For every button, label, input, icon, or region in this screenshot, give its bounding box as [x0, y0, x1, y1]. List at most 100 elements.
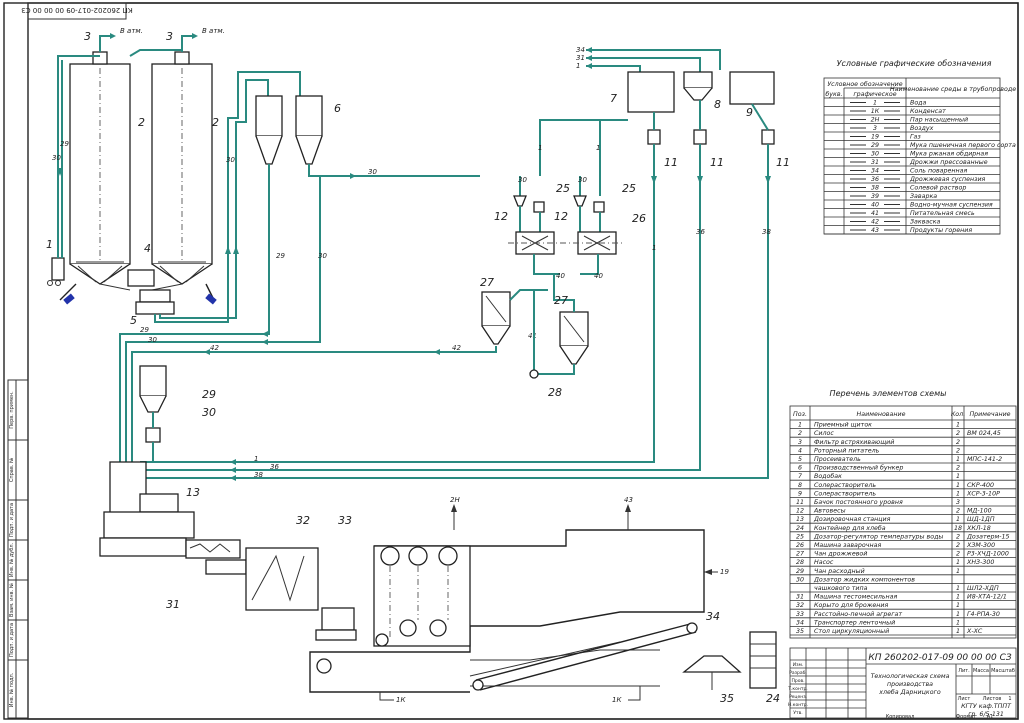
title-block-name-1: Технологическая схема: [871, 673, 950, 680]
bread-container-24: [749, 631, 777, 689]
label-35: 35: [720, 692, 734, 705]
legend-medium: Продукты горения: [910, 227, 972, 234]
label-12b: 12: [554, 210, 568, 223]
spec-qty: 1: [956, 594, 960, 601]
label-2a: 2: [138, 116, 145, 129]
title-block-name-3: хлеба Дарницкого: [878, 688, 941, 696]
spec-note: Х-ХС: [966, 628, 983, 635]
legend-symbol-code: 3: [873, 125, 877, 132]
label-13: 13: [186, 486, 200, 499]
filter-left: [92, 51, 108, 65]
salt-dissolver-8: [683, 71, 713, 101]
title-block: КП 260202-017-09 00 00 00 СЗ Технологиче…: [787, 647, 1017, 719]
arrow-left-38: [230, 475, 236, 481]
spec-name: Машина тестомесильная: [814, 594, 898, 601]
autoscale-1: [513, 195, 527, 207]
spec-name: Силос: [814, 430, 834, 437]
spec-qty: 1: [956, 482, 960, 489]
legend-symbol-code: 41: [871, 210, 879, 217]
pipe-label-19: 19: [720, 568, 729, 576]
top-code-text: КП 260202-017-09 00 00 00 СЗ: [21, 6, 133, 14]
vent-label-left: В атм.: [120, 27, 143, 35]
label-8: 8: [714, 98, 721, 111]
pipe-label-30b: 30: [226, 156, 235, 164]
spec-note: Г4-РПА-30: [967, 611, 1000, 618]
pipe-label-31: 31: [576, 54, 585, 62]
yeast-vat-2: [559, 311, 589, 365]
arrow-31: [586, 55, 592, 61]
legend-symbol-code: 34: [871, 168, 879, 175]
side-stamp-5: Взам. инв. №: [9, 582, 15, 617]
side-stamp-1: Перв. примен.: [9, 391, 15, 429]
pipe-label-1d: 1: [538, 144, 542, 152]
legend-medium: Вода: [910, 100, 927, 107]
label-11a: 11: [664, 156, 678, 169]
spec-pos: 29: [796, 568, 804, 575]
spec-pos: 2: [798, 430, 802, 437]
spec-qty: 1: [956, 602, 960, 609]
spec-pos: 4: [798, 447, 802, 454]
fill-pipe-silo-right: [129, 49, 182, 57]
title-block-org-1: КГТУ каф.ТППТ: [961, 703, 1012, 710]
spec-pos: 8: [798, 482, 802, 489]
kneading-machine-base: [99, 537, 187, 557]
spec-qty: 1: [956, 516, 960, 523]
pipe-arrow-29: [262, 331, 268, 337]
aerator-right: [205, 293, 217, 305]
spec-qty: 1: [956, 585, 960, 592]
spec-qty: 1: [956, 619, 960, 626]
arrow-down-38: [765, 176, 771, 184]
label-34: 34: [706, 610, 720, 623]
spec-name: Автовесы: [813, 508, 846, 515]
spec-pos: 24: [796, 525, 804, 532]
spec-note: Дозатерм-15: [966, 533, 1010, 540]
label-30: 30: [202, 406, 216, 419]
sieve-top: [139, 289, 171, 303]
pipe-label-30g: 30: [578, 176, 587, 184]
legend-symbol-code: 43: [871, 227, 879, 234]
title-block-sheet: Лист: [958, 696, 971, 702]
spec-note: ХКЛ-18: [966, 525, 991, 532]
label-26: 26: [632, 212, 646, 225]
title-role-3: Пров.: [791, 678, 804, 684]
pipe-label-36a: 36: [696, 228, 705, 236]
spec-pos: 25: [796, 533, 804, 540]
feed-vat-29-cone: [139, 395, 167, 413]
format-label: Формат: [956, 714, 976, 720]
water-doser-1: [533, 201, 545, 213]
label-25b: 25: [622, 182, 636, 195]
spec-table: Поз. Наименование Кол. Примечание 1 Прием…: [789, 405, 1017, 639]
spec-name: Корыто для брожения: [814, 601, 888, 609]
level-tank-2: [693, 129, 707, 145]
salt-dissolver-9: [729, 71, 775, 105]
condensate-pipes: [379, 686, 641, 701]
legend-symbol-code: 42: [871, 219, 879, 226]
spec-name: Насос: [814, 559, 834, 566]
pipe-label-30f: 30: [518, 176, 527, 184]
spec-qty: 1: [956, 422, 960, 429]
title-block-mass: Масса: [973, 668, 989, 674]
legend-medium: Мука ржаная обдирная: [910, 150, 988, 158]
pump: [529, 369, 539, 379]
label-3b: 3: [166, 30, 173, 43]
spec-qty: 1: [956, 559, 960, 566]
legend-medium: Соль поваренная: [910, 168, 967, 175]
label-27b: 27: [554, 294, 568, 307]
legend-symbol-code: 36: [871, 176, 879, 183]
pipe-label-30e: 30: [148, 336, 157, 344]
spec-name: Транспортер ленточный: [814, 619, 895, 626]
legend-head-medium: Наименование среды в трубопроводе: [890, 85, 1016, 93]
title-block-name-2: производства: [887, 681, 933, 688]
spec-name: Водобак: [814, 472, 842, 480]
legend-symbol-code: 31: [871, 159, 879, 166]
spec-note: ВМ 024,45: [967, 430, 1001, 437]
spec-name: Контейнер для хлеба: [814, 524, 886, 532]
fermentation-trough-32: [185, 539, 319, 611]
legend-symbol-code: 1: [873, 100, 877, 107]
silo-left: [69, 63, 131, 285]
pipe-41-loop: [509, 289, 548, 301]
arrow-19: [704, 569, 712, 575]
spec-pos: 3: [798, 439, 802, 446]
pipe-arrow-30b: [262, 339, 268, 345]
spec-pos: 12: [796, 508, 804, 515]
